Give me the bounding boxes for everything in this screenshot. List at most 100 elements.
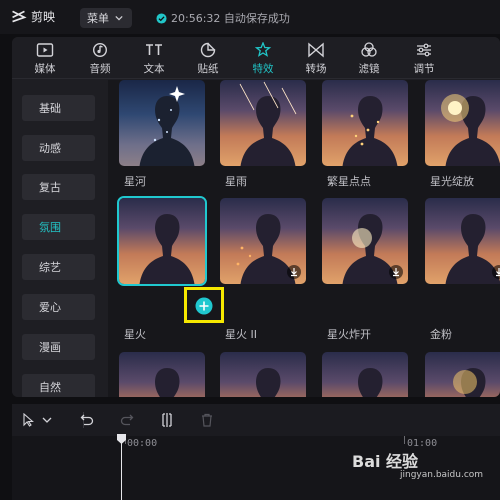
sidebar-item-heart[interactable]: 爱心 bbox=[22, 294, 95, 320]
download-icon[interactable] bbox=[389, 265, 403, 279]
chevron-down-icon bbox=[115, 15, 123, 21]
capcut-logo-icon bbox=[12, 10, 27, 23]
sidebar-item-variety[interactable]: 综艺 bbox=[22, 254, 95, 280]
effect-label: 星火炸开 bbox=[327, 328, 371, 341]
tab-sticker[interactable]: 贴纸 bbox=[183, 40, 233, 78]
transition-icon bbox=[308, 42, 324, 58]
menu-button[interactable]: 菜单 bbox=[80, 8, 132, 28]
tab-text[interactable]: 文本 bbox=[129, 40, 179, 78]
effect-card[interactable] bbox=[220, 352, 306, 397]
effect-card[interactable] bbox=[322, 80, 408, 166]
playhead[interactable] bbox=[121, 436, 122, 500]
effect-thumbnail bbox=[119, 198, 205, 284]
effect-label: 金粉 bbox=[430, 328, 452, 341]
sidebar-item-atmosphere[interactable]: 氛围 bbox=[22, 214, 95, 240]
sidebar-item-nature[interactable]: 自然 bbox=[22, 374, 95, 397]
menu-label: 菜单 bbox=[87, 12, 109, 25]
effects-icon bbox=[254, 42, 272, 57]
filter-icon bbox=[361, 42, 377, 57]
tab-effects-label: 特效 bbox=[252, 63, 274, 75]
playhead-handle-icon[interactable] bbox=[117, 434, 126, 444]
add-to-track-button[interactable] bbox=[195, 297, 213, 315]
starburst-icon bbox=[441, 94, 469, 122]
asset-toolbar: 媒体 音频 文本 贴纸 特效 转场 滤镜 调节 bbox=[12, 37, 500, 79]
ruler-time-start: 00:00 bbox=[127, 438, 158, 449]
effect-thumbnail bbox=[119, 352, 205, 397]
ruler-tick bbox=[404, 436, 405, 444]
effect-card[interactable] bbox=[425, 352, 500, 397]
tab-audio-label: 音频 bbox=[89, 63, 111, 75]
download-icon[interactable] bbox=[492, 265, 500, 279]
delete-icon[interactable] bbox=[200, 413, 214, 427]
sticker-icon bbox=[200, 42, 216, 58]
effect-thumbnail bbox=[220, 80, 306, 166]
redo-icon[interactable] bbox=[120, 413, 134, 427]
glitter-icon bbox=[453, 370, 477, 394]
text-icon bbox=[146, 44, 162, 55]
tab-audio[interactable]: 音频 bbox=[75, 40, 125, 78]
effect-thumbnail bbox=[322, 352, 408, 397]
effect-thumbnail bbox=[322, 198, 408, 284]
effect-card[interactable] bbox=[322, 198, 408, 284]
meteor-rain-icon bbox=[239, 81, 297, 115]
effect-card[interactable] bbox=[119, 352, 205, 397]
download-icon[interactable] bbox=[287, 265, 301, 279]
effect-label: 星河 bbox=[124, 175, 146, 188]
effect-label: 星火 bbox=[124, 328, 146, 341]
autosave-text: 20:56:32 自动保存成功 bbox=[171, 12, 290, 25]
tab-transition[interactable]: 转场 bbox=[291, 40, 341, 78]
effect-card[interactable] bbox=[322, 352, 408, 397]
effect-thumbnail bbox=[220, 198, 306, 284]
split-icon[interactable] bbox=[160, 413, 174, 427]
sidebar-item-dynamic[interactable]: 动感 bbox=[22, 135, 95, 161]
tab-transition-label: 转场 bbox=[305, 63, 327, 75]
effect-thumbnail bbox=[119, 80, 205, 166]
adjust-icon bbox=[417, 43, 431, 57]
tab-filter[interactable]: 滤镜 bbox=[344, 40, 394, 78]
effect-label: 星光绽放 bbox=[430, 175, 474, 188]
undo-icon[interactable] bbox=[80, 413, 94, 427]
effect-thumbnail bbox=[322, 80, 408, 166]
app-logo: 剪映 bbox=[10, 8, 55, 25]
timeline-toolbar bbox=[12, 404, 500, 436]
person-silhouette-icon bbox=[358, 368, 383, 397]
effect-card[interactable] bbox=[425, 80, 500, 166]
twinkle-stars-icon bbox=[350, 114, 380, 146]
tab-media-label: 媒体 bbox=[34, 63, 56, 75]
effect-thumbnail bbox=[425, 352, 500, 397]
person-silhouette-icon bbox=[155, 368, 180, 397]
effect-label: 星雨 bbox=[225, 175, 247, 188]
sidebar-item-basic[interactable]: 基础 bbox=[22, 95, 95, 121]
timeline-track-area[interactable]: 00:00 01:00 bbox=[12, 434, 500, 500]
sidebar-item-retro[interactable]: 复古 bbox=[22, 174, 95, 200]
effect-thumbnail bbox=[425, 80, 500, 166]
tab-adjust[interactable]: 调节 bbox=[399, 40, 449, 78]
effects-grid: 星河 星雨 繁星点点 星光绽放 星火 星火 II 星火炸开 金粉 bbox=[108, 80, 500, 397]
watermark: Bai 经验 bbox=[352, 452, 419, 471]
tab-adjust-label: 调节 bbox=[413, 63, 435, 75]
effect-card[interactable] bbox=[119, 80, 205, 166]
effect-label: 星火 II bbox=[225, 328, 257, 341]
select-cursor-icon[interactable] bbox=[22, 413, 36, 427]
resource-panel: 媒体 音频 文本 贴纸 特效 转场 滤镜 调节 基础 动感 复古 氛围 综艺 爱… bbox=[12, 37, 500, 397]
effect-label: 繁星点点 bbox=[327, 175, 371, 188]
app-window: 剪映 菜单 20:56:32 自动保存成功 媒体 音频 文本 贴纸 特效 转场 … bbox=[0, 0, 500, 500]
check-circle-icon bbox=[156, 12, 167, 24]
effect-card-selected[interactable] bbox=[117, 196, 207, 286]
tab-effects[interactable]: 特效 bbox=[238, 40, 288, 78]
effect-thumbnail bbox=[220, 352, 306, 397]
media-icon bbox=[36, 43, 54, 57]
effect-card[interactable] bbox=[425, 198, 500, 284]
star-sparkle-icon bbox=[153, 86, 185, 142]
tab-text-label: 文本 bbox=[143, 63, 165, 75]
person-silhouette-icon bbox=[256, 368, 281, 397]
effect-card[interactable] bbox=[220, 198, 306, 284]
audio-icon bbox=[92, 42, 108, 58]
tab-media[interactable]: 媒体 bbox=[20, 40, 70, 78]
effect-card[interactable] bbox=[220, 80, 306, 166]
app-name: 剪映 bbox=[31, 10, 56, 24]
sidebar-item-comic[interactable]: 漫画 bbox=[22, 334, 95, 360]
chevron-down-icon[interactable] bbox=[42, 413, 52, 427]
autosave-status: 20:56:32 自动保存成功 bbox=[156, 10, 290, 26]
tab-filter-label: 滤镜 bbox=[358, 63, 380, 75]
